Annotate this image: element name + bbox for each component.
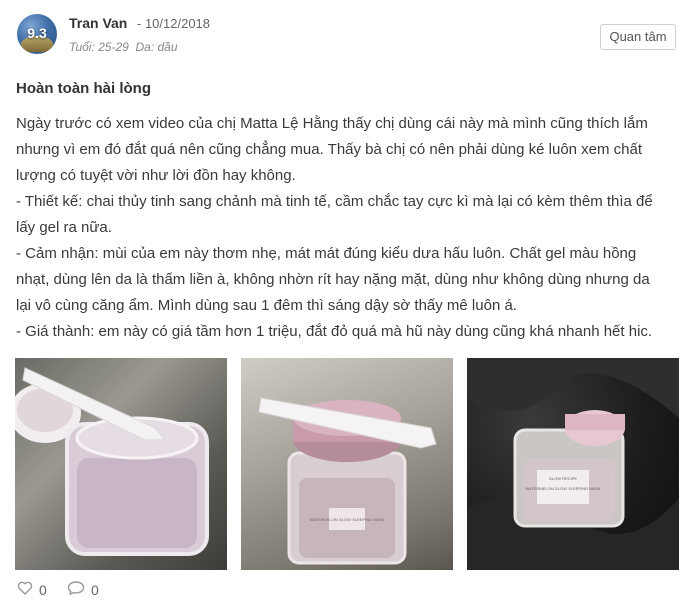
review-title: Hoàn toàn hài lòng xyxy=(16,80,151,97)
jar-gel xyxy=(77,458,197,548)
review-photo-1[interactable] xyxy=(15,358,227,570)
review-line: nhạt, dùng lên da là thấm liền à, không … xyxy=(16,271,650,288)
follow-button[interactable]: Quan tâm xyxy=(600,24,676,50)
review-body: Ngày trước có xem video của chị Matta Lệ… xyxy=(16,111,684,345)
author-age: Tuổi: 25-29 xyxy=(69,40,129,54)
fabric-fold xyxy=(467,358,679,418)
jar-photo-illustration: WATERMELON GLOW SLEEPING MASK xyxy=(258,397,437,565)
jar-photo-illustration: GLOW RECIPE WATERMELON GLOW SLEEPING MAS… xyxy=(467,358,679,570)
heart-icon-svg xyxy=(17,581,33,595)
review-line: - Cảm nhận: mùi của em này thơm nhẹ, mát… xyxy=(16,245,637,262)
user-score-badge: 9.3 xyxy=(27,25,47,41)
comment-count: 0 xyxy=(91,582,99,598)
like-count: 0 xyxy=(39,582,47,598)
review-line: nhưng vì em đó đắt quá nên cũng chẳng mu… xyxy=(16,141,643,158)
review-photo-2[interactable]: WATERMELON GLOW SLEEPING MASK xyxy=(241,358,453,570)
author-meta: Tuổi: 25-29 Da: dầu xyxy=(69,40,178,54)
review-line: - Thiết kế: chai thủy tinh sang chảnh mà… xyxy=(16,193,653,210)
brand-label: GLOW RECIPE xyxy=(549,476,578,481)
review-line: lấy gel ra nữa. xyxy=(16,219,112,236)
review-line: Ngày trước có xem video của chị Matta Lệ… xyxy=(16,115,648,132)
author-skin-type: Da: dầu xyxy=(135,40,178,54)
jar-label: WATERMELON GLOW SLEEPING MASK xyxy=(309,517,384,522)
review-photo-3[interactable]: GLOW RECIPE WATERMELON GLOW SLEEPING MAS… xyxy=(467,358,679,570)
jar-lid-side xyxy=(565,414,625,430)
review-date: - 10/12/2018 xyxy=(137,16,211,31)
review-header: 9.3 Tran Van - 10/12/2018 Tuổi: 25-29 Da… xyxy=(0,0,696,70)
review-line: - Giá thành: em này có giá tầm hơn 1 tri… xyxy=(16,323,653,340)
author-name[interactable]: Tran Van xyxy=(69,15,127,31)
review-line: lại vô cùng căng ẩm. Mình dùng sau 1 đêm… xyxy=(16,297,517,314)
comment-icon[interactable] xyxy=(67,580,85,601)
jar-photo-illustration xyxy=(15,367,209,556)
comment-icon-svg xyxy=(67,581,85,595)
heart-icon[interactable] xyxy=(17,580,33,601)
jar-label: WATERMELON GLOW SLEEPING MASK xyxy=(525,486,600,491)
review-line: lượng có tuyệt vời như lời đồn hay không… xyxy=(16,167,296,184)
user-avatar[interactable]: 9.3 xyxy=(17,14,57,54)
